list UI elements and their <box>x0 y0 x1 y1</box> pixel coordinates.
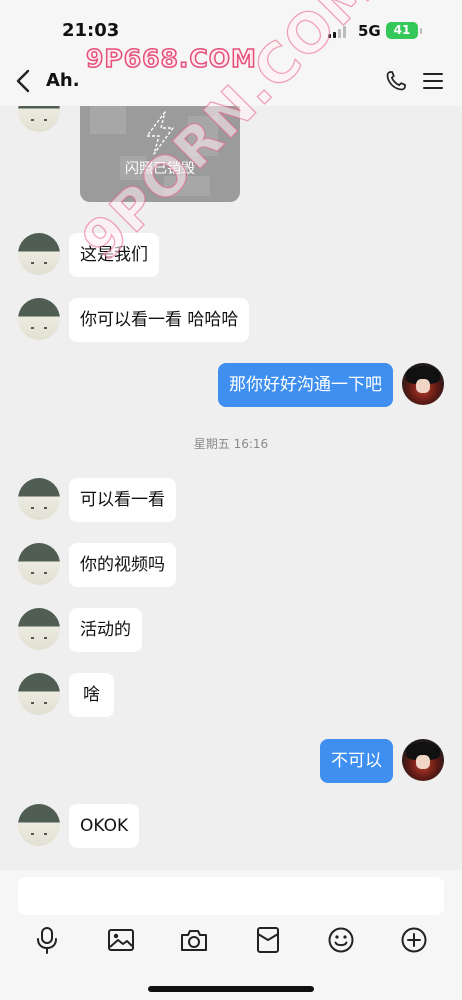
my-avatar[interactable] <box>402 363 444 405</box>
contact-avatar[interactable] <box>18 804 60 846</box>
message-list[interactable]: 闪照已销毁 这是我们 你可以看一看 哈哈哈 那你好好沟通一下吧 星期五 16:1… <box>0 106 462 870</box>
message-input[interactable] <box>18 877 444 915</box>
battery-icon: 41 <box>386 22 418 39</box>
red-packet-icon[interactable] <box>253 925 283 955</box>
contact-avatar[interactable] <box>18 478 60 520</box>
image-icon[interactable] <box>106 925 136 955</box>
contact-avatar[interactable] <box>18 298 60 340</box>
phone-icon[interactable] <box>384 69 408 93</box>
contact-name: Ah. <box>46 70 80 91</box>
contact-avatar[interactable] <box>18 608 60 650</box>
message-bubble-sent[interactable]: 不可以 <box>320 739 393 783</box>
message-bubble[interactable]: 啥 <box>69 673 114 717</box>
home-indicator[interactable] <box>148 986 314 992</box>
my-avatar[interactable] <box>402 739 444 781</box>
add-icon[interactable] <box>399 925 429 955</box>
microphone-icon[interactable] <box>32 925 62 955</box>
message-bubble[interactable]: 可以看一看 <box>69 478 176 522</box>
contact-avatar[interactable] <box>18 543 60 585</box>
contact-avatar[interactable] <box>18 673 60 715</box>
battery-cap <box>420 28 422 34</box>
message-bubble[interactable]: OKOK <box>69 804 140 848</box>
message-bubble[interactable]: 你的视频吗 <box>69 543 176 587</box>
message-bubble[interactable]: 活动的 <box>69 608 142 652</box>
emoji-icon[interactable] <box>326 925 356 955</box>
contact-avatar[interactable] <box>18 233 60 275</box>
message-timestamp: 星期五 16:16 <box>193 437 269 451</box>
menu-icon[interactable] <box>422 70 444 92</box>
status-time: 21:03 <box>62 20 120 41</box>
camera-icon[interactable] <box>179 925 209 955</box>
chevron-left-icon[interactable] <box>12 68 36 94</box>
contact-avatar[interactable] <box>18 106 60 132</box>
input-area <box>0 870 462 1000</box>
message-bubble-sent[interactable]: 那你好好沟通一下吧 <box>218 363 393 407</box>
message-bubble[interactable]: 你可以看一看 哈哈哈 <box>69 298 250 342</box>
